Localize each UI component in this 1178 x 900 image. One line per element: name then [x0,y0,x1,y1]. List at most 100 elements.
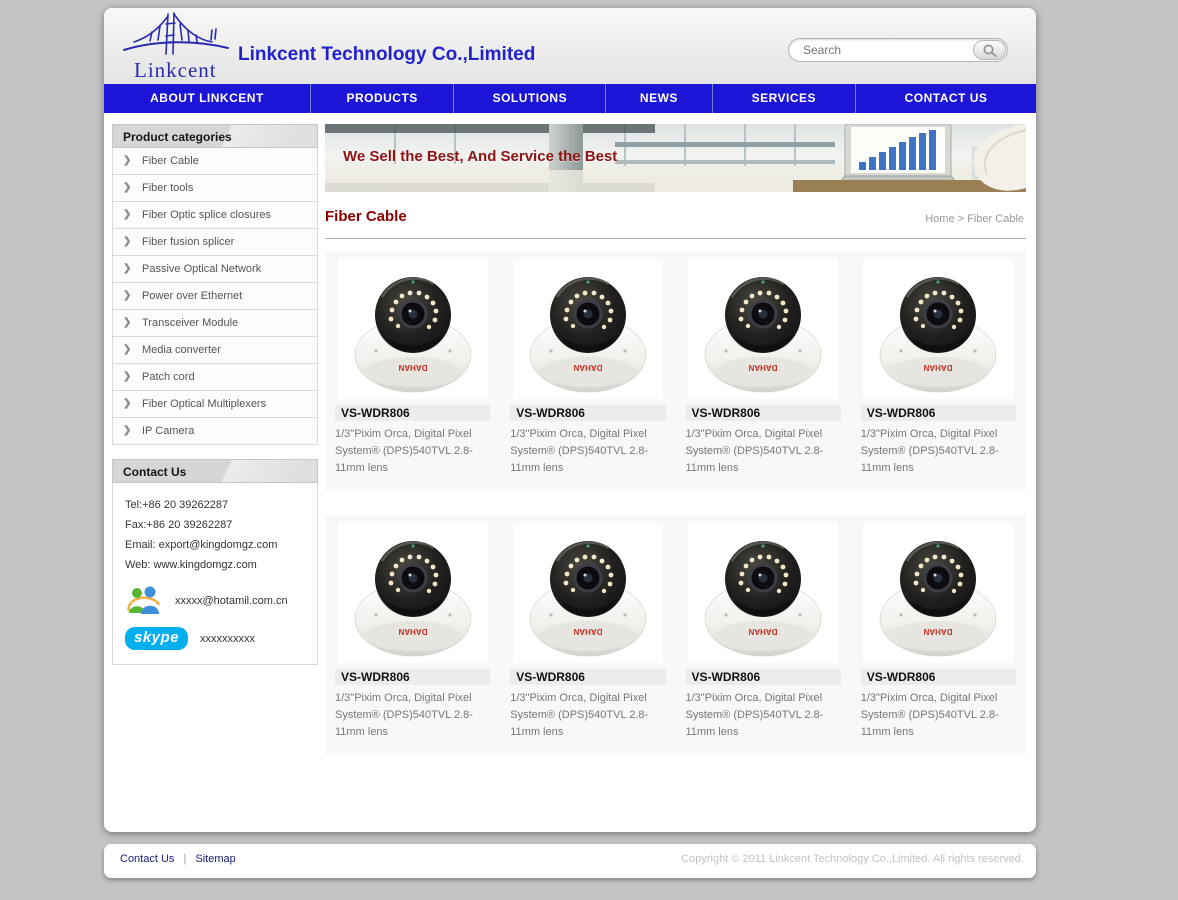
chevron-right-icon: ❯ [123,283,131,309]
category-item[interactable]: ❯ Power over Ethernet [113,283,317,310]
nav-item[interactable]: SOLUTIONS [454,84,606,113]
product-image[interactable] [688,523,838,663]
sidebar: Product categories ❯ Fiber Cable ❯ Fiber… [112,124,318,665]
nav-item[interactable]: ABOUT LINKCENT [104,84,311,113]
dome-camera-image [688,259,838,399]
category-item[interactable]: ❯ Media converter [113,337,317,364]
category-label: Transceiver Module [142,310,238,336]
page: Linkcent Linkcent Technology Co.,Limited… [0,0,1178,900]
product-title[interactable]: VS-WDR806 [861,669,1016,685]
chevron-right-icon: ❯ [123,202,131,228]
product-title[interactable]: VS-WDR806 [686,669,841,685]
product-card[interactable]: VS-WDR806 1/3"Pixim Orca, Digital Pixel … [325,259,500,477]
contact-web: Web: www.kingdomgz.com [125,555,317,575]
product-title[interactable]: VS-WDR806 [510,405,665,421]
product-image[interactable] [513,523,663,663]
category-label: IP Camera [142,418,194,444]
dome-camera-image [338,523,488,663]
chevron-right-icon: ❯ [123,256,131,282]
breadcrumb-home[interactable]: Home [925,213,954,225]
chevron-right-icon: ❯ [123,229,131,255]
category-item[interactable]: ❯ Fiber Optic splice closures [113,202,317,229]
hero-banner: We Sell the Best, And Service the Best [325,124,1026,192]
category-label: Fiber Cable [142,148,199,174]
dome-camera-image [863,523,1013,663]
product-description: 1/3"Pixim Orca, Digital Pixel System® (D… [335,690,490,741]
search-input[interactable] [801,40,965,60]
main-nav: ABOUT LINKCENTPRODUCTSSOLUTIONSNEWSSERVI… [104,84,1036,113]
product-description: 1/3"Pixim Orca, Digital Pixel System® (D… [861,690,1016,741]
product-image[interactable] [863,259,1013,399]
nav-item[interactable]: NEWS [606,84,712,113]
contact-box: Tel:+86 20 39262287 Fax:+86 20 39262287 … [112,483,318,665]
msn-address: xxxxx@hotamil.com.cn [175,595,288,607]
nav-item[interactable]: PRODUCTS [311,84,455,113]
footer-sitemap-link[interactable]: Sitemap [195,853,235,865]
product-image[interactable] [863,523,1013,663]
category-item[interactable]: ❯ Fiber tools [113,175,317,202]
product-card[interactable]: VS-WDR806 1/3"Pixim Orca, Digital Pixel … [851,259,1026,477]
nav-item[interactable]: CONTACT US [856,84,1036,113]
category-label: Fiber Optic splice closures [142,202,271,228]
dome-camera-image [338,259,488,399]
breadcrumb: Home > Fiber Cable [925,213,1024,225]
search-button[interactable] [973,40,1006,60]
chevron-right-icon: ❯ [123,148,131,174]
product-card[interactable]: VS-WDR806 1/3"Pixim Orca, Digital Pixel … [500,523,675,741]
product-row-2: VS-WDR806 1/3"Pixim Orca, Digital Pixel … [325,515,1026,755]
category-label: Fiber tools [142,175,193,201]
banner-slogan: We Sell the Best, And Service the Best [343,148,617,165]
product-description: 1/3"Pixim Orca, Digital Pixel System® (D… [686,426,841,477]
product-card[interactable]: VS-WDR806 1/3"Pixim Orca, Digital Pixel … [676,523,851,741]
category-item[interactable]: ❯ Fiber Cable [113,148,317,175]
category-item[interactable]: ❯ IP Camera [113,418,317,445]
product-image[interactable] [513,259,663,399]
content-card: Linkcent Linkcent Technology Co.,Limited… [104,8,1036,832]
msn-messenger-icon [125,585,163,617]
product-card[interactable]: VS-WDR806 1/3"Pixim Orca, Digital Pixel … [500,259,675,477]
product-title[interactable]: VS-WDR806 [510,669,665,685]
product-title[interactable]: VS-WDR806 [861,405,1016,421]
footer-contact-us-link[interactable]: Contact Us [120,853,174,865]
title-row: Fiber Cable Home > Fiber Cable [325,204,1026,234]
contact-tel: Tel:+86 20 39262287 [125,495,317,515]
product-title[interactable]: VS-WDR806 [686,405,841,421]
msn-row: xxxxx@hotamil.com.cn [125,585,317,617]
contact-us-header: Contact Us [112,459,318,483]
category-label: Power over Ethernet [142,283,242,309]
product-description: 1/3"Pixim Orca, Digital Pixel System® (D… [686,690,841,741]
product-card[interactable]: VS-WDR806 1/3"Pixim Orca, Digital Pixel … [676,259,851,477]
product-image[interactable] [338,523,488,663]
category-item[interactable]: ❯ Patch cord [113,364,317,391]
breadcrumb-separator: > [955,213,968,225]
category-item[interactable]: ❯ Transceiver Module [113,310,317,337]
chevron-right-icon: ❯ [123,391,131,417]
category-item[interactable]: ❯ Passive Optical Network [113,256,317,283]
logo-wordmark: Linkcent [134,58,217,83]
product-card[interactable]: VS-WDR806 1/3"Pixim Orca, Digital Pixel … [851,523,1026,741]
company-logo[interactable]: Linkcent [116,10,236,82]
product-title[interactable]: VS-WDR806 [335,405,490,421]
category-item[interactable]: ❯ Fiber Optical Multiplexers [113,391,317,418]
bridge-logo-icon [116,10,236,62]
dome-camera-image [688,523,838,663]
product-row-1: VS-WDR806 1/3"Pixim Orca, Digital Pixel … [325,251,1026,491]
product-title[interactable]: VS-WDR806 [335,669,490,685]
footer-bar: Contact Us | Sitemap Copyright © 2011 Li… [104,844,1036,878]
product-image[interactable] [338,259,488,399]
search-bar [788,38,1008,62]
chevron-right-icon: ❯ [123,364,131,390]
dome-camera-image [513,523,663,663]
skype-icon: skype [125,627,188,650]
product-description: 1/3"Pixim Orca, Digital Pixel System® (D… [335,426,490,477]
nav-item[interactable]: SERVICES [713,84,857,113]
product-image[interactable] [688,259,838,399]
product-description: 1/3"Pixim Orca, Digital Pixel System® (D… [510,426,665,477]
main-content: We Sell the Best, And Service the Best F… [325,124,1026,755]
page-title: Fiber Cable [325,208,407,225]
contact-email: Email: export@kingdomgz.com [125,535,317,555]
category-item[interactable]: ❯ Fiber fusion splicer [113,229,317,256]
skype-row: skype xxxxxxxxxx [125,627,317,650]
product-card[interactable]: VS-WDR806 1/3"Pixim Orca, Digital Pixel … [325,523,500,741]
dome-camera-image [863,259,1013,399]
